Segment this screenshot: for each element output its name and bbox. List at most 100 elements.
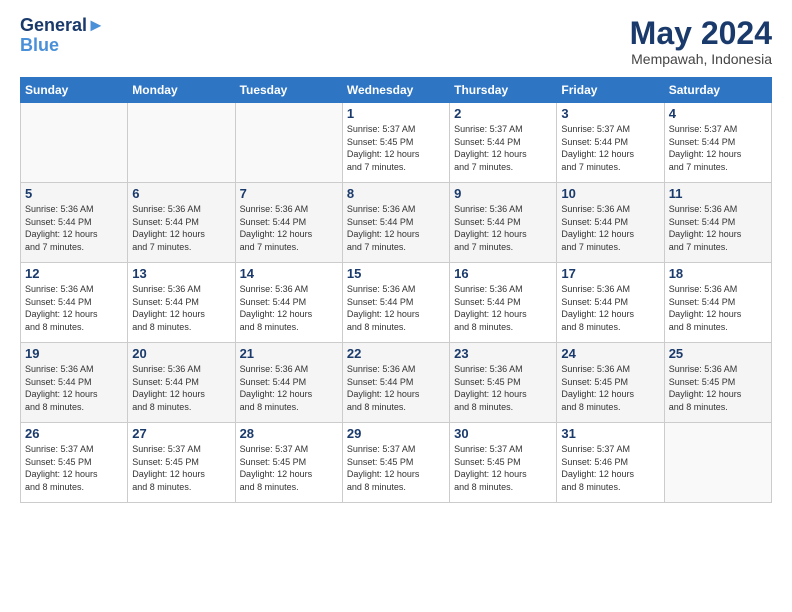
day-cell: 21Sunrise: 5:36 AM Sunset: 5:44 PM Dayli… — [235, 343, 342, 423]
day-cell: 25 Sunrise: 5:36 AM Sunset: 5:45 PM Dayli… — [664, 343, 771, 423]
day-info: Sunrise: 5:36 AM Sunset: 5:44 PM Dayligh… — [240, 283, 338, 333]
day-info: Sunrise: 5:37 AM Sunset: 5:44 PM Dayligh… — [561, 123, 659, 173]
day-number: 2 — [454, 106, 552, 121]
day-number: 18 — [669, 266, 767, 281]
weekday-header-thursday: Thursday — [450, 78, 557, 103]
day-cell: 15 Sunrise: 5:36 AM Sunset: 5:44 PM Dayli… — [342, 263, 449, 343]
day-number: 25 — [669, 346, 767, 361]
day-info: Sunrise: 5:36 AM Sunset: 5:44 PM Dayligh… — [132, 363, 230, 413]
day-info: Sunrise: 5:36 AM Sunset: 5:44 PM Dayligh… — [240, 203, 338, 253]
weekday-header-sunday: Sunday — [21, 78, 128, 103]
day-info: Sunrise: 5:36 AM Sunset: 5:44 PM Dayligh… — [561, 203, 659, 253]
day-number: 20 — [132, 346, 230, 361]
day-info: Sunrise: 5:37 AM Sunset: 5:44 PM Dayligh… — [669, 123, 767, 173]
week-row-2: 5 Sunrise: 5:36 AM Sunset: 5:44 PM Daylig… — [21, 183, 772, 263]
day-info: Sunrise: 5:37 AM Sunset: 5:45 PM Dayligh… — [25, 443, 123, 493]
day-info: Sunrise: 5:37 AM Sunset: 5:44 PM Dayligh… — [454, 123, 552, 173]
weekday-header-wednesday: Wednesday — [342, 78, 449, 103]
week-row-5: 26 Sunrise: 5:37 AM Sunset: 5:45 PM Dayli… — [21, 423, 772, 503]
day-cell: 2 Sunrise: 5:37 AM Sunset: 5:44 PM Daylig… — [450, 103, 557, 183]
day-number: 28 — [240, 426, 338, 441]
day-info: Sunrise: 5:36 AM Sunset: 5:44 PM Dayligh… — [132, 203, 230, 253]
day-info: Sunrise: 5:37 AM Sunset: 5:45 PM Dayligh… — [240, 443, 338, 493]
day-number: 19 — [25, 346, 123, 361]
day-info: Sunrise: 5:36 AM Sunset: 5:44 PM Dayligh… — [240, 363, 338, 413]
day-number: 22 — [347, 346, 445, 361]
weekday-header-monday: Monday — [128, 78, 235, 103]
day-cell — [128, 103, 235, 183]
day-cell: 6 Sunrise: 5:36 AM Sunset: 5:44 PM Daylig… — [128, 183, 235, 263]
day-cell: 11Sunrise: 5:36 AM Sunset: 5:44 PM Dayli… — [664, 183, 771, 263]
logo-text: General► — [20, 16, 105, 36]
day-number: 29 — [347, 426, 445, 441]
day-cell — [664, 423, 771, 503]
day-number: 10 — [561, 186, 659, 201]
day-info: Sunrise: 5:37 AM Sunset: 5:46 PM Dayligh… — [561, 443, 659, 493]
day-number: 7 — [240, 186, 338, 201]
header: General► Blue May 2024 Mempawah, Indones… — [20, 16, 772, 67]
day-number: 1 — [347, 106, 445, 121]
day-info: Sunrise: 5:37 AM Sunset: 5:45 PM Dayligh… — [347, 123, 445, 173]
day-info: Sunrise: 5:36 AM Sunset: 5:44 PM Dayligh… — [347, 203, 445, 253]
day-info: Sunrise: 5:36 AM Sunset: 5:44 PM Dayligh… — [347, 363, 445, 413]
day-number: 14 — [240, 266, 338, 281]
day-cell: 4 Sunrise: 5:37 AM Sunset: 5:44 PM Daylig… — [664, 103, 771, 183]
day-info: Sunrise: 5:36 AM Sunset: 5:44 PM Dayligh… — [25, 363, 123, 413]
calendar-table: SundayMondayTuesdayWednesdayThursdayFrid… — [20, 77, 772, 503]
day-info: Sunrise: 5:36 AM Sunset: 5:44 PM Dayligh… — [347, 283, 445, 333]
day-info: Sunrise: 5:36 AM Sunset: 5:45 PM Dayligh… — [669, 363, 767, 413]
day-cell: 12Sunrise: 5:36 AM Sunset: 5:44 PM Dayli… — [21, 263, 128, 343]
day-number: 17 — [561, 266, 659, 281]
day-number: 3 — [561, 106, 659, 121]
day-number: 4 — [669, 106, 767, 121]
day-cell: 9Sunrise: 5:36 AM Sunset: 5:44 PM Daylig… — [450, 183, 557, 263]
day-number: 5 — [25, 186, 123, 201]
day-info: Sunrise: 5:36 AM Sunset: 5:44 PM Dayligh… — [25, 203, 123, 253]
day-number: 12 — [25, 266, 123, 281]
day-cell: 8Sunrise: 5:36 AM Sunset: 5:44 PM Daylig… — [342, 183, 449, 263]
day-number: 9 — [454, 186, 552, 201]
day-number: 23 — [454, 346, 552, 361]
location: Mempawah, Indonesia — [630, 51, 772, 67]
day-number: 27 — [132, 426, 230, 441]
day-cell: 14 Sunrise: 5:36 AM Sunset: 5:44 PM Dayli… — [235, 263, 342, 343]
day-info: Sunrise: 5:36 AM Sunset: 5:44 PM Dayligh… — [561, 283, 659, 333]
day-number: 30 — [454, 426, 552, 441]
day-cell: 28 Sunrise: 5:37 AM Sunset: 5:45 PM Dayli… — [235, 423, 342, 503]
day-info: Sunrise: 5:36 AM Sunset: 5:44 PM Dayligh… — [669, 283, 767, 333]
day-cell: 7 Sunrise: 5:36 AM Sunset: 5:44 PM Daylig… — [235, 183, 342, 263]
day-cell: 26 Sunrise: 5:37 AM Sunset: 5:45 PM Dayli… — [21, 423, 128, 503]
day-number: 16 — [454, 266, 552, 281]
calendar-page: General► Blue May 2024 Mempawah, Indones… — [0, 0, 792, 612]
logo: General► Blue — [20, 16, 105, 56]
weekday-header-saturday: Saturday — [664, 78, 771, 103]
day-cell: 27 Sunrise: 5:37 AM Sunset: 5:45 PM Dayli… — [128, 423, 235, 503]
day-info: Sunrise: 5:36 AM Sunset: 5:45 PM Dayligh… — [561, 363, 659, 413]
day-number: 15 — [347, 266, 445, 281]
day-cell — [235, 103, 342, 183]
day-number: 31 — [561, 426, 659, 441]
day-cell: 31 Sunrise: 5:37 AM Sunset: 5:46 PM Dayli… — [557, 423, 664, 503]
day-number: 11 — [669, 186, 767, 201]
weekday-header-friday: Friday — [557, 78, 664, 103]
week-row-4: 19 Sunrise: 5:36 AM Sunset: 5:44 PM Dayli… — [21, 343, 772, 423]
week-row-1: 1 Sunrise: 5:37 AM Sunset: 5:45 PM Daylig… — [21, 103, 772, 183]
logo-blue-text: Blue — [20, 36, 105, 56]
day-cell: 10 Sunrise: 5:36 AM Sunset: 5:44 PM Dayli… — [557, 183, 664, 263]
day-info: Sunrise: 5:36 AM Sunset: 5:45 PM Dayligh… — [454, 363, 552, 413]
day-cell: 5 Sunrise: 5:36 AM Sunset: 5:44 PM Daylig… — [21, 183, 128, 263]
month-title: May 2024 — [630, 16, 772, 51]
day-number: 26 — [25, 426, 123, 441]
day-info: Sunrise: 5:36 AM Sunset: 5:44 PM Dayligh… — [132, 283, 230, 333]
day-cell: 18 Sunrise: 5:36 AM Sunset: 5:44 PM Dayli… — [664, 263, 771, 343]
day-cell: 29 Sunrise: 5:37 AM Sunset: 5:45 PM Dayli… — [342, 423, 449, 503]
title-section: May 2024 Mempawah, Indonesia — [630, 16, 772, 67]
day-info: Sunrise: 5:37 AM Sunset: 5:45 PM Dayligh… — [132, 443, 230, 493]
day-cell: 23 Sunrise: 5:36 AM Sunset: 5:45 PM Dayli… — [450, 343, 557, 423]
day-cell: 3 Sunrise: 5:37 AM Sunset: 5:44 PM Daylig… — [557, 103, 664, 183]
day-cell: 1 Sunrise: 5:37 AM Sunset: 5:45 PM Daylig… — [342, 103, 449, 183]
day-number: 6 — [132, 186, 230, 201]
week-row-3: 12 Sunrise: 5:36 AM Sunset: 5:44 PM Dayli… — [21, 263, 772, 343]
day-info: Sunrise: 5:37 AM Sunset: 5:45 PM Dayligh… — [454, 443, 552, 493]
day-info: Sunrise: 5:37 AM Sunset: 5:45 PM Dayligh… — [347, 443, 445, 493]
